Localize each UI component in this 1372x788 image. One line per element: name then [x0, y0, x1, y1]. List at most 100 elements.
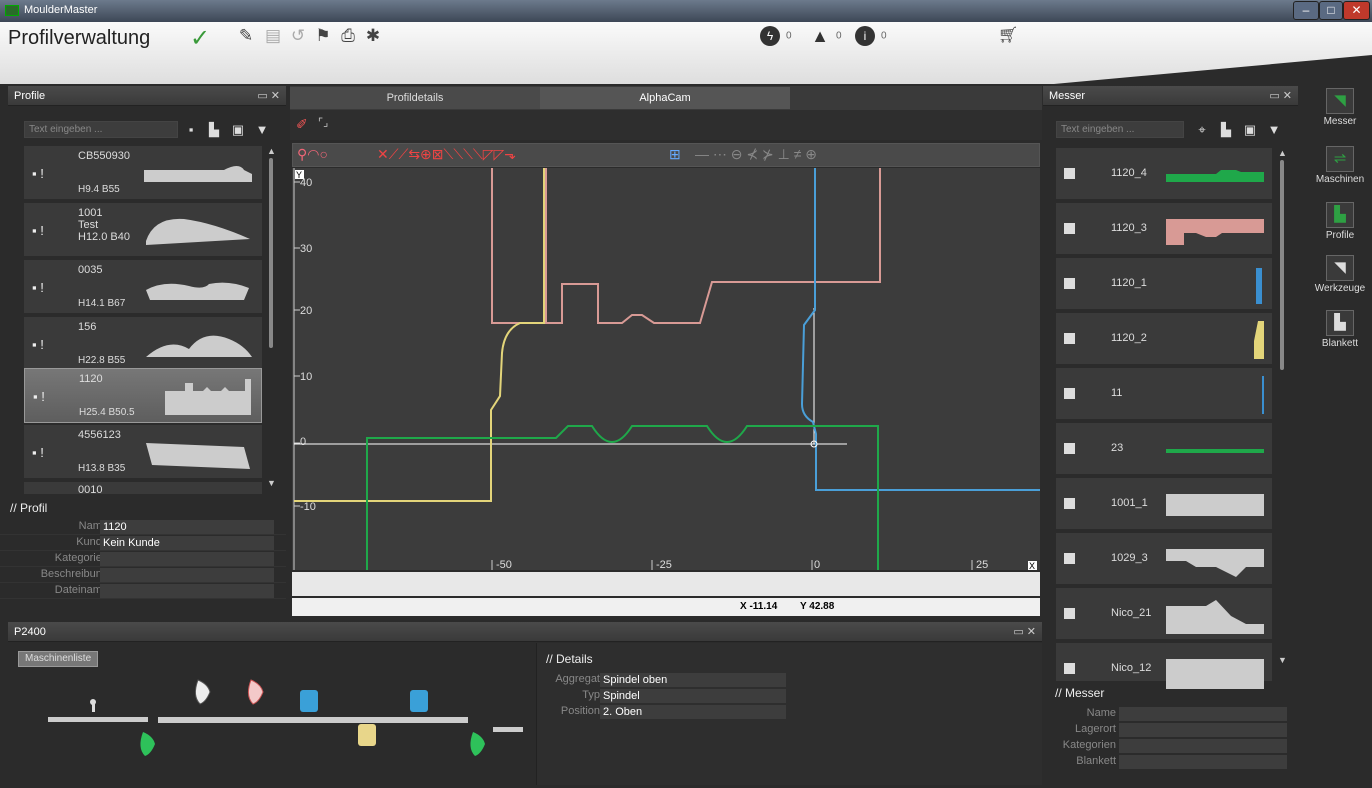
cart-icon[interactable]: 🛒︎ — [998, 26, 1018, 46]
tab-profildetails[interactable]: Profildetails — [290, 87, 540, 109]
checkbox[interactable] — [1064, 443, 1075, 454]
scroll-up-icon[interactable]: ▲ — [267, 146, 276, 156]
add-messer-icon[interactable]: ⌖ — [1195, 122, 1209, 137]
warning-status[interactable]: ▲ 0 — [810, 26, 841, 48]
checkbox[interactable] — [1064, 608, 1075, 619]
messer-item[interactable]: 1120_1 — [1056, 258, 1272, 311]
filter-icon[interactable]: ▼ — [255, 122, 269, 137]
checkbox[interactable] — [1064, 333, 1075, 344]
profile-item[interactable]: ▪ ! 4556123 H13.8 B35 — [24, 425, 262, 480]
sidebar-item-messer[interactable]: ◥ Messer — [1320, 88, 1360, 127]
edit-document-icon[interactable]: ✎ — [236, 26, 256, 46]
field-row: Kategorien — [0, 552, 286, 567]
flag-icon[interactable]: ⚑ — [313, 26, 333, 46]
messer-shape — [1166, 600, 1264, 634]
machine-diagram[interactable] — [8, 672, 536, 785]
edit-tools-icon[interactable]: ✕⟋⟋⇆⊕⊠⟍⟍⟍⟍◸◸⬎ — [377, 146, 516, 163]
messer-shape — [1166, 494, 1264, 516]
messer-item[interactable]: Nico_21 — [1056, 588, 1272, 641]
maximize-button[interactable]: □ — [1319, 1, 1343, 20]
checkbox[interactable] — [1064, 553, 1075, 564]
checkbox[interactable] — [1064, 498, 1075, 509]
scroll-thumb[interactable] — [269, 158, 273, 348]
panel-controls[interactable]: ▭ ✕ — [1269, 86, 1292, 106]
scroll-up-icon[interactable]: ▲ — [1278, 148, 1287, 158]
y-tick: 10 — [300, 371, 312, 383]
copy-messer-icon[interactable]: ▙ — [1219, 122, 1233, 137]
profile-panel-title: Profile — [14, 90, 46, 102]
messer-shape — [1166, 549, 1264, 577]
right-sidebar — [1300, 86, 1372, 785]
machine-svg[interactable] — [8, 672, 536, 785]
profile-status-icon: ▪ ! — [32, 337, 44, 352]
profile-item[interactable]: ▪ ! 156 H22.8 B55 — [24, 317, 262, 372]
messer-item[interactable]: 1120_2 — [1056, 313, 1272, 366]
delete-profile-icon[interactable]: ▣ — [231, 122, 245, 137]
sidebar-item-werkzeuge[interactable]: ◥ Werkzeuge — [1315, 255, 1365, 294]
select-tool-icon[interactable]: ✐ — [296, 116, 308, 133]
close-button[interactable]: ✕ — [1343, 1, 1370, 20]
checkbox[interactable] — [1064, 278, 1075, 289]
filter-icon[interactable]: ▼ — [1267, 122, 1281, 137]
profile-item[interactable]: ▪ ! 1001 Test H12.0 B40 — [24, 203, 262, 258]
tab-alphacam[interactable]: AlphaCam — [540, 87, 790, 109]
canvas-input-bar[interactable] — [292, 572, 1040, 596]
messer-section-title: // Messer — [1055, 686, 1105, 700]
checkbox[interactable] — [1064, 223, 1075, 234]
detail-row: Aggregat Spindel oben — [536, 673, 796, 687]
checkbox[interactable] — [1064, 388, 1075, 399]
field-value[interactable] — [100, 552, 274, 566]
minimize-button[interactable]: – — [1293, 1, 1319, 20]
view-tool-icon[interactable]: ⊞ — [669, 146, 681, 163]
checkbox[interactable] — [1064, 663, 1075, 674]
new-profile-icon[interactable]: ▪ — [184, 122, 198, 137]
draw-tools-icon[interactable]: ⚲◠○ — [297, 146, 328, 163]
messer-item[interactable]: 1120_4 — [1056, 148, 1272, 201]
field-value[interactable] — [100, 584, 274, 598]
y-tick: 20 — [300, 305, 312, 317]
messer-item[interactable]: 1029_3 — [1056, 533, 1272, 586]
maschinenliste-button[interactable]: Maschinenliste — [18, 651, 99, 667]
constraint-tools-icon[interactable]: — ⋯ ⊖ ⊀ ⊁ ⊥ ≠ ⊕ — [695, 146, 817, 163]
field-value[interactable]: 1120 — [100, 520, 274, 534]
error-status[interactable]: ϟ0 — [760, 26, 792, 48]
scroll-thumb[interactable] — [1280, 160, 1284, 370]
scroll-down-icon[interactable]: ▼ — [267, 478, 276, 488]
chevron-down-icon[interactable]: ✓ — [190, 24, 210, 53]
checkbox[interactable] — [1064, 168, 1075, 179]
sidebar-item-maschinen[interactable]: ⇌ Maschinen — [1316, 146, 1364, 185]
messer-item[interactable]: 23 — [1056, 423, 1272, 476]
profile-search-input[interactable]: Text eingeben ... — [24, 121, 178, 138]
messer-shape — [1166, 170, 1264, 182]
scroll-down-icon[interactable]: ▼ — [1278, 655, 1287, 665]
cad-drawing[interactable]: 40 30 20 10 0 -10 -50 -25 0 25 Y X — [292, 168, 1040, 571]
copy-profile-icon[interactable]: ▙ — [207, 122, 221, 137]
messer-item[interactable]: 1120_3 — [1056, 203, 1272, 256]
zoom-tool-icon[interactable]: ⌜⌟ — [318, 116, 328, 129]
messer-item[interactable]: 1001_1 — [1056, 478, 1272, 531]
gear-icon[interactable]: ✱ — [363, 26, 383, 46]
sidebar-item-profile[interactable]: ▙ Profile — [1320, 202, 1360, 241]
profile-item-selected[interactable]: ▪ ! 1120 H25.4 B50.5 — [24, 368, 262, 423]
undo-icon[interactable]: ↺ — [288, 26, 308, 46]
app-logo-icon — [5, 5, 19, 16]
cad-canvas[interactable]: 40 30 20 10 0 -10 -50 -25 0 25 Y X — [292, 168, 1040, 571]
field-value[interactable]: Kein Kunde — [100, 536, 274, 550]
info-status[interactable]: i0 — [855, 26, 887, 48]
panel-controls[interactable]: ▭ ✕ — [257, 86, 280, 106]
messer-scrollbar[interactable]: ▲ ▼ — [1278, 148, 1287, 678]
panel-controls[interactable]: ▭ ✕ — [1013, 622, 1036, 642]
print-icon[interactable]: ⎙ — [338, 26, 358, 46]
delete-messer-icon[interactable]: ▣ — [1243, 122, 1257, 137]
field-value[interactable] — [100, 568, 274, 582]
profile-item[interactable]: ▪ ! CB550930 H9.4 B55 — [24, 146, 262, 201]
messer-item[interactable]: Nico_12 — [1056, 643, 1272, 689]
messer-icon: ◥ — [1326, 88, 1354, 114]
profile-item[interactable]: ▪ ! 0035 H14.1 B67 — [24, 260, 262, 315]
profile-scrollbar[interactable]: ▲ ▼ — [267, 146, 276, 496]
messer-search-input[interactable]: Text eingeben ... — [1056, 121, 1184, 138]
sidebar-item-blankett[interactable]: ▙ Blankett — [1320, 310, 1360, 349]
save-icon[interactable]: ▤ — [263, 26, 283, 46]
messer-item[interactable]: 11 — [1056, 368, 1272, 421]
profile-item[interactable]: 0010 — [24, 482, 262, 496]
